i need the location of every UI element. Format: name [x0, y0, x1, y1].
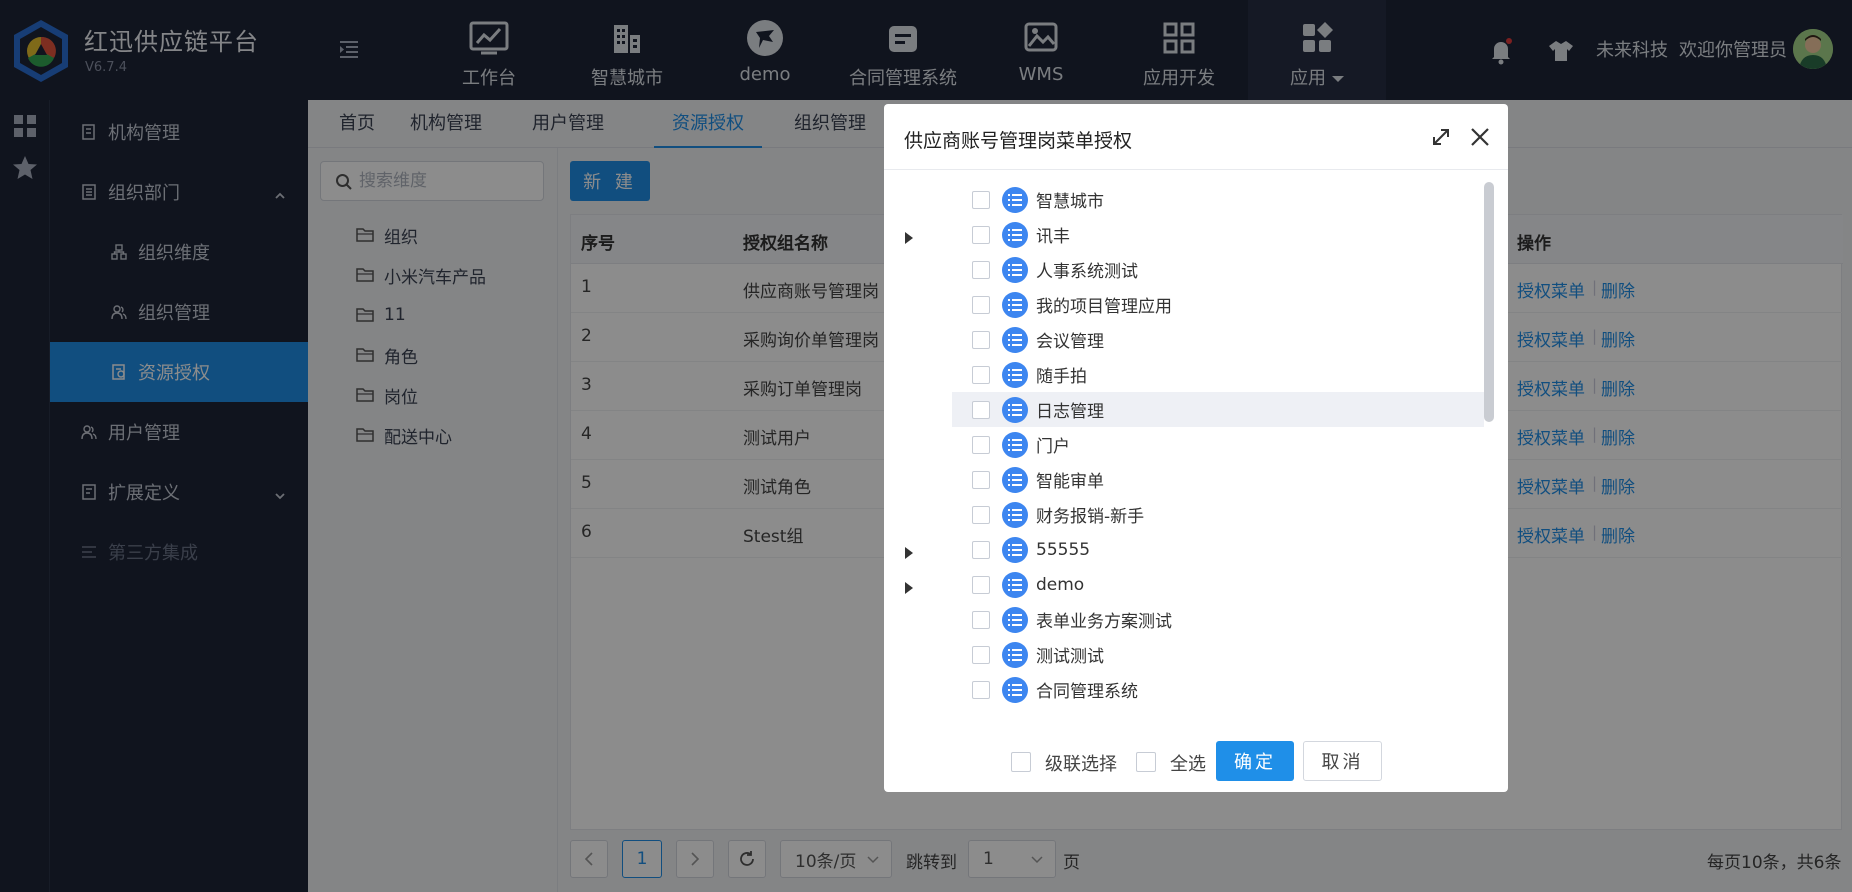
list-icon: [1002, 221, 1028, 248]
menu-auth-dialog: 供应商账号管理岗菜单授权 智慧城市讯丰人事系统测试我的项目管理应用 会议管理随手拍…: [884, 104, 1508, 792]
node-label: 智能审单: [1036, 472, 1104, 492]
list-icon: [1002, 361, 1028, 388]
list-icon: [1002, 501, 1028, 528]
cascade-checkbox[interactable]: [1011, 752, 1031, 772]
menu-tree-node[interactable]: 人事系统测试: [952, 252, 1484, 287]
node-checkbox[interactable]: [972, 365, 990, 384]
list-icon: [1002, 186, 1028, 213]
node-label: 门户: [1036, 437, 1070, 457]
tree-scrollbar[interactable]: [1484, 182, 1494, 422]
node-checkbox[interactable]: [972, 680, 990, 699]
node-checkbox[interactable]: [972, 400, 990, 419]
menu-tree-node[interactable]: 测试测试: [952, 637, 1484, 672]
node-label: 智慧城市: [1036, 192, 1104, 212]
node-checkbox[interactable]: [972, 225, 990, 244]
node-checkbox[interactable]: [972, 575, 990, 594]
node-label: 测试测试: [1036, 647, 1104, 667]
node-label: 会议管理: [1036, 332, 1104, 352]
menu-tree-node[interactable]: 讯丰: [952, 217, 1484, 252]
menu-tree: 智慧城市讯丰人事系统测试我的项目管理应用 会议管理随手拍日志管理门户智能审单财务报…: [884, 182, 1494, 720]
node-label: 表单业务方案测试: [1036, 612, 1172, 632]
menu-tree-node[interactable]: 合同管理系统: [952, 672, 1484, 707]
node-checkbox[interactable]: [972, 610, 990, 629]
select-all-label: 全选: [1170, 754, 1206, 775]
list-icon: [1002, 256, 1028, 283]
node-checkbox[interactable]: [972, 190, 990, 209]
node-checkbox[interactable]: [972, 330, 990, 349]
node-checkbox[interactable]: [972, 435, 990, 454]
list-icon: [1002, 641, 1028, 668]
node-checkbox[interactable]: [972, 470, 990, 489]
node-label: 日志管理: [1036, 402, 1104, 422]
node-checkbox[interactable]: [972, 540, 990, 559]
menu-tree-node[interactable]: 随手拍: [952, 357, 1484, 392]
list-icon: [1002, 466, 1028, 493]
node-label: 人事系统测试: [1036, 262, 1138, 282]
cascade-label: 级联选择: [1045, 754, 1117, 775]
node-label: 随手拍: [1036, 367, 1087, 387]
menu-tree-node[interactable]: 日志管理: [952, 392, 1484, 427]
list-icon: [1002, 536, 1028, 563]
list-icon: [1002, 326, 1028, 353]
menu-tree-node[interactable]: 智慧城市: [952, 182, 1484, 217]
node-label: 合同管理系统: [1036, 682, 1138, 702]
dialog-divider: [884, 169, 1508, 170]
maximize-icon[interactable]: [1428, 124, 1454, 150]
menu-tree-node[interactable]: 55555: [952, 532, 1484, 567]
menu-tree-node[interactable]: 门户: [952, 427, 1484, 462]
expand-caret-icon[interactable]: [904, 229, 914, 244]
list-icon: [1002, 396, 1028, 423]
node-checkbox[interactable]: [972, 505, 990, 524]
node-checkbox[interactable]: [972, 645, 990, 664]
node-label: 我的项目管理应用: [1036, 297, 1172, 317]
menu-tree-node[interactable]: 财务报销-新手: [952, 497, 1484, 532]
node-label: 55555: [1036, 539, 1091, 560]
confirm-button[interactable]: 确定: [1216, 741, 1294, 781]
menu-tree-node[interactable]: 会议管理: [952, 322, 1484, 357]
dialog-title: 供应商账号管理岗菜单授权: [904, 130, 1133, 152]
expand-caret-icon[interactable]: [904, 579, 914, 594]
cancel-button[interactable]: 取消: [1303, 741, 1382, 781]
menu-tree-node[interactable]: 智能审单: [952, 462, 1484, 497]
menu-tree-node[interactable]: 表单业务方案测试: [952, 602, 1484, 637]
list-icon: [1002, 606, 1028, 633]
close-icon[interactable]: [1467, 124, 1493, 150]
list-icon: [1002, 571, 1028, 598]
node-label: demo: [1036, 574, 1085, 595]
list-icon: [1002, 291, 1028, 318]
menu-tree-node[interactable]: demo: [952, 567, 1484, 602]
expand-caret-icon[interactable]: [904, 544, 914, 559]
node-label: 讯丰: [1036, 227, 1070, 247]
node-label: 财务报销-新手: [1036, 507, 1145, 527]
node-checkbox[interactable]: [972, 295, 990, 314]
list-icon: [1002, 431, 1028, 458]
select-all-checkbox[interactable]: [1136, 752, 1156, 772]
node-checkbox[interactable]: [972, 260, 990, 279]
menu-tree-node[interactable]: 我的项目管理应用: [952, 287, 1484, 322]
list-icon: [1002, 676, 1028, 703]
